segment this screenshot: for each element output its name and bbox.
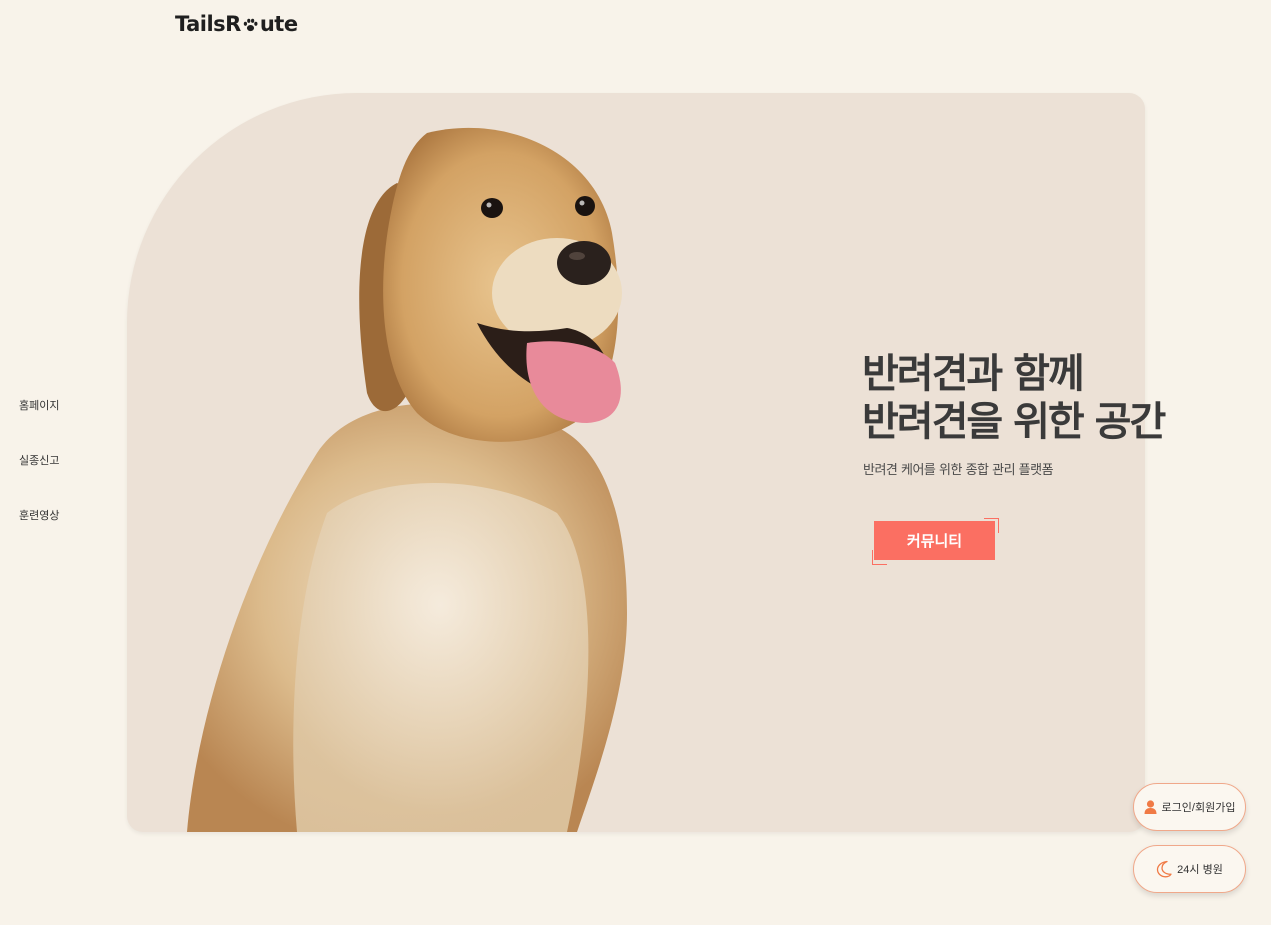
paw-icon [243,18,258,31]
logo[interactable]: TailsR ute [175,9,298,39]
side-nav-home[interactable]: 홈페이지 [19,396,59,416]
logo-text-end: ute [259,12,298,36]
login-signup-label: 로그인/회원가입 [1161,802,1236,814]
community-button[interactable]: 커뮤니티 [874,521,995,560]
logo-text-start: TailsR [175,12,241,36]
side-nav-missing-report[interactable]: 실종신고 [19,451,59,471]
hero-subline: 반려견 케어를 위한 종합 관리 플랫폼 [863,463,1054,478]
user-icon [1144,800,1157,814]
moon-icon [1157,860,1172,878]
hospital-24h-label: 24시 병원 [1177,864,1223,876]
hospital-24h-button[interactable]: 24시 병원 [1133,845,1246,893]
golden-retriever-image [187,127,627,832]
login-signup-button[interactable]: 로그인/회원가입 [1133,783,1246,831]
side-nav-training-videos[interactable]: 훈련영상 [19,506,59,526]
side-nav: 홈페이지 실종신고 훈련영상 [19,396,59,561]
hero-headline-line1: 반려견과 함께 [862,351,1085,397]
hero-headline: 반려견과 함께 반려견을 위한 공간 [862,350,1166,446]
hero-headline-line2: 반려견을 위한 공간 [862,399,1166,445]
